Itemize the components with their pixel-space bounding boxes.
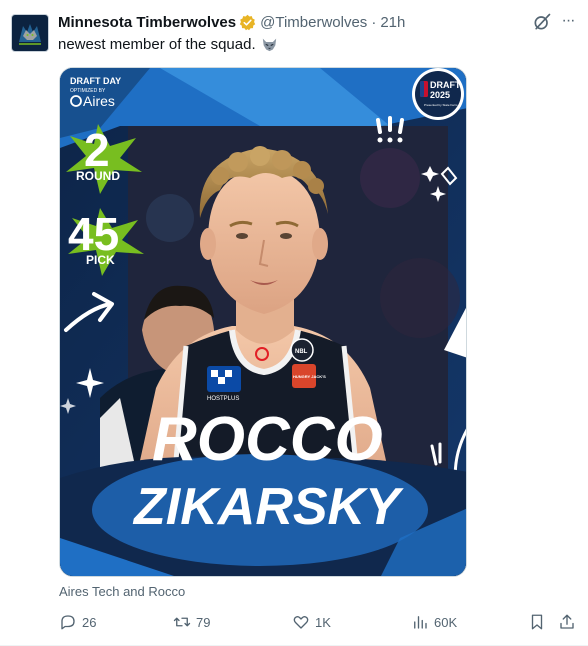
action-bar: 26 79 1K 60K [59,612,579,632]
tweet-text-content: newest member of the squad. [58,36,256,53]
round-label: ROUND [76,169,120,183]
jersey-sponsor-text: HUNGRY JACK'S [293,374,326,379]
separator-dot: · [371,13,377,31]
reply-button[interactable]: 26 [59,612,96,632]
timberwolves-logo-icon [13,16,47,50]
badge-sub-text: Presented by State Farm [424,103,458,107]
views-count: 60K [434,614,458,630]
repost-count: 79 [196,614,211,630]
display-name[interactable]: Minnesota Timberwolves [58,14,236,31]
sponsor-text: Aires [83,93,115,109]
handle[interactable]: @Timberwolves [260,14,367,31]
badge-top-text: DRAFT [430,80,461,90]
reply-count: 26 [82,614,97,630]
tweet[interactable]: Minnesota Timberwolves @Timberwolves · 2… [0,0,588,646]
media-caption[interactable]: Aires Tech and Rocco [59,584,185,599]
draft-graphic: HOSTPLUS NBL HUNGRY JACK'S DRAFT DAY OPT… [60,68,466,576]
bookmark-icon [531,614,543,630]
share-button[interactable] [558,612,576,632]
repost-button[interactable]: 79 [173,612,210,632]
player-first-name: ROCCO [152,405,383,474]
views-button[interactable]: 60K [411,612,457,632]
share-icon [560,614,574,629]
like-icon [293,615,309,629]
timestamp[interactable]: 21h [380,14,405,31]
like-button[interactable]: 1K [292,612,331,632]
grok-icon[interactable] [532,12,552,32]
badge-year-text: 2025 [430,90,450,100]
bookmark-button[interactable] [528,612,546,632]
jersey-partner-text: HOSTPLUS [207,396,239,402]
views-icon [414,616,427,629]
like-count: 1K [315,614,331,630]
pick-label: PICK [86,253,115,267]
tweet-header: Minnesota Timberwolves @Timberwolves · 2… [58,11,576,33]
player-last-name: ZIKARSKY [132,478,404,536]
avatar[interactable] [11,14,49,52]
verified-badge-icon [239,14,256,30]
draft-day-text: DRAFT DAY [70,76,121,86]
jersey-logo-text: NBL [295,349,308,355]
reply-icon [61,615,75,630]
tweet-text: newest member of the squad. [58,36,278,53]
wolf-emoji-icon [262,38,276,52]
more-icon[interactable]: ··· [558,11,578,31]
draft-graphic-image[interactable]: HOSTPLUS NBL HUNGRY JACK'S DRAFT DAY OPT… [59,67,467,577]
repost-icon [173,617,191,627]
